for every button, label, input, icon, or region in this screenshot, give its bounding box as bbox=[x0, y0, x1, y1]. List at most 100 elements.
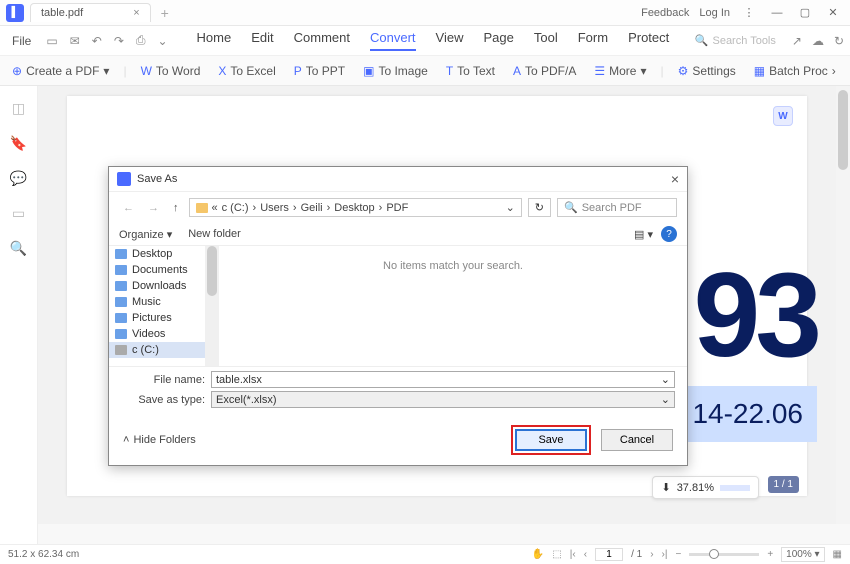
path-seg[interactable]: Desktop bbox=[334, 202, 374, 214]
path-dropdown-icon[interactable]: ⌄ bbox=[506, 201, 515, 214]
chevron-down-icon[interactable]: ⌄ bbox=[661, 373, 670, 386]
print-icon[interactable]: ⎙ bbox=[133, 33, 149, 48]
savetype-dropdown[interactable]: Excel(*.xlsx)⌄ bbox=[211, 391, 675, 408]
to-pdfa-button[interactable]: ATo PDF/A bbox=[509, 62, 580, 80]
nav-up-icon[interactable]: ↑ bbox=[169, 202, 183, 214]
dialog-search[interactable]: 🔍 Search PDF bbox=[557, 198, 677, 217]
first-page-icon[interactable]: |‹ bbox=[570, 549, 576, 560]
refresh-icon[interactable]: ↻ bbox=[528, 198, 551, 217]
open-icon[interactable]: ▭ bbox=[43, 34, 60, 48]
menu-tool[interactable]: Tool bbox=[534, 30, 558, 51]
menu-view[interactable]: View bbox=[436, 30, 464, 51]
feedback-link[interactable]: Feedback bbox=[641, 7, 689, 19]
chevron-down-icon[interactable]: ⌄ bbox=[661, 393, 670, 406]
menu-edit[interactable]: Edit bbox=[251, 30, 273, 51]
share-icon[interactable]: ↗ bbox=[792, 34, 802, 48]
new-folder-button[interactable]: New folder bbox=[188, 228, 241, 240]
view-options-icon[interactable]: ▤ ▾ bbox=[634, 228, 653, 241]
cancel-button[interactable]: Cancel bbox=[601, 429, 673, 451]
tree-scrollbar[interactable] bbox=[205, 246, 219, 366]
tree-music[interactable]: Music bbox=[109, 294, 219, 310]
create-pdf-button[interactable]: ⊕Create a PDF ▾ bbox=[8, 62, 113, 80]
nav-back-icon[interactable]: ← bbox=[119, 202, 138, 214]
tab-close-icon[interactable]: × bbox=[133, 7, 139, 19]
to-image-button[interactable]: ▣To Image bbox=[359, 62, 432, 80]
attachment-icon[interactable]: ▭ bbox=[12, 205, 25, 222]
bookmark-icon[interactable]: 🔖 bbox=[10, 135, 27, 152]
menu-page[interactable]: Page bbox=[483, 30, 513, 51]
vertical-scrollbar[interactable] bbox=[836, 86, 850, 524]
dialog-close-icon[interactable]: × bbox=[671, 171, 679, 187]
tree-scroll-thumb[interactable] bbox=[207, 246, 217, 296]
scrollbar-thumb[interactable] bbox=[838, 90, 848, 170]
zoom-out-icon[interactable]: − bbox=[675, 549, 681, 560]
menu-home[interactable]: Home bbox=[197, 30, 232, 51]
tree-desktop[interactable]: Desktop bbox=[109, 246, 219, 262]
settings-button[interactable]: ⚙Settings bbox=[674, 62, 740, 80]
zoom-slider[interactable] bbox=[689, 553, 759, 556]
fit-page-icon[interactable]: ▦ bbox=[833, 549, 842, 560]
page-number-input[interactable] bbox=[595, 548, 623, 561]
download-icon: ⬇ bbox=[661, 481, 670, 494]
redo-icon[interactable]: ↷ bbox=[111, 34, 127, 48]
undo-icon[interactable]: ↶ bbox=[89, 34, 105, 48]
document-tab[interactable]: table.pdf × bbox=[30, 3, 151, 22]
hand-tool-icon[interactable]: ✋ bbox=[532, 549, 544, 560]
mail-icon[interactable]: ✉ bbox=[67, 34, 83, 48]
thumbnails-icon[interactable]: ◫ bbox=[12, 100, 25, 117]
chevron-down-icon[interactable]: ⌄ bbox=[154, 34, 170, 48]
minimize-icon[interactable]: — bbox=[768, 7, 786, 19]
file-menu[interactable]: File bbox=[6, 34, 37, 48]
batch-button[interactable]: ▦Batch Proc › bbox=[750, 62, 840, 80]
tree-videos[interactable]: Videos bbox=[109, 326, 219, 342]
select-tool-icon[interactable]: ⬚ bbox=[552, 549, 561, 560]
tree-drive-c[interactable]: c (C:) bbox=[109, 342, 219, 358]
download-progress[interactable]: ⬇ 37.81% bbox=[652, 476, 759, 499]
save-as-dialog: Save As × ← → ↑ « c (C:)› Users› Geili› … bbox=[108, 166, 688, 466]
search-tools[interactable]: 🔍 Search Tools bbox=[695, 34, 776, 47]
search-panel-icon[interactable]: 🔍 bbox=[10, 240, 27, 257]
zoom-in-icon[interactable]: + bbox=[767, 549, 773, 560]
close-icon[interactable]: ✕ bbox=[824, 6, 842, 19]
to-text-button[interactable]: TTo Text bbox=[442, 62, 499, 80]
to-word-button[interactable]: WTo Word bbox=[137, 62, 205, 80]
menu-protect[interactable]: Protect bbox=[628, 30, 669, 51]
path-seg[interactable]: Geili bbox=[301, 202, 323, 214]
save-button[interactable]: Save bbox=[515, 429, 587, 451]
path-seg[interactable]: c (C:) bbox=[222, 202, 249, 214]
more-button[interactable]: ☰More ▾ bbox=[590, 62, 650, 80]
menu-form[interactable]: Form bbox=[578, 30, 608, 51]
comment-icon[interactable]: 💬 bbox=[10, 170, 27, 187]
nav-forward-icon[interactable]: → bbox=[144, 202, 163, 214]
path-seg[interactable]: PDF bbox=[386, 202, 408, 214]
breadcrumb-path[interactable]: « c (C:)› Users› Geili› Desktop› PDF ⌄ bbox=[189, 198, 522, 217]
cloud-icon[interactable]: ☁ bbox=[812, 34, 824, 48]
tree-pictures[interactable]: Pictures bbox=[109, 310, 219, 326]
zoom-thumb[interactable] bbox=[709, 549, 719, 559]
hide-folders-button[interactable]: ˄Hide Folders bbox=[123, 434, 196, 446]
dialog-titlebar[interactable]: Save As × bbox=[109, 167, 687, 192]
menu-comment[interactable]: Comment bbox=[294, 30, 350, 51]
filename-input[interactable]: table.xlsx⌄ bbox=[211, 371, 675, 388]
new-tab-button[interactable]: + bbox=[161, 5, 169, 21]
kebab-icon[interactable]: ⋮ bbox=[740, 6, 758, 19]
login-link[interactable]: Log In bbox=[699, 7, 730, 19]
to-ppt-button[interactable]: PTo PPT bbox=[290, 62, 349, 80]
music-icon bbox=[115, 297, 127, 307]
to-excel-button[interactable]: XTo Excel bbox=[214, 62, 279, 80]
organize-button[interactable]: Organize ▾ bbox=[119, 228, 172, 241]
maximize-icon[interactable]: ▢ bbox=[796, 6, 814, 19]
sync-icon[interactable]: ↻ bbox=[834, 34, 844, 48]
word-badge-icon[interactable]: W bbox=[773, 106, 793, 126]
save-highlight: Save bbox=[511, 425, 591, 455]
tree-documents[interactable]: Documents bbox=[109, 262, 219, 278]
tree-downloads[interactable]: Downloads bbox=[109, 278, 219, 294]
path-seg[interactable]: Users bbox=[260, 202, 289, 214]
last-page-icon[interactable]: ›| bbox=[662, 549, 668, 560]
prev-page-icon[interactable]: ‹ bbox=[584, 549, 587, 560]
help-icon[interactable]: ? bbox=[661, 226, 677, 242]
zoom-dropdown[interactable]: 100% ▾ bbox=[781, 547, 824, 562]
menu-convert[interactable]: Convert bbox=[370, 30, 416, 51]
next-page-icon[interactable]: › bbox=[650, 549, 653, 560]
file-list[interactable]: No items match your search. bbox=[219, 246, 687, 366]
